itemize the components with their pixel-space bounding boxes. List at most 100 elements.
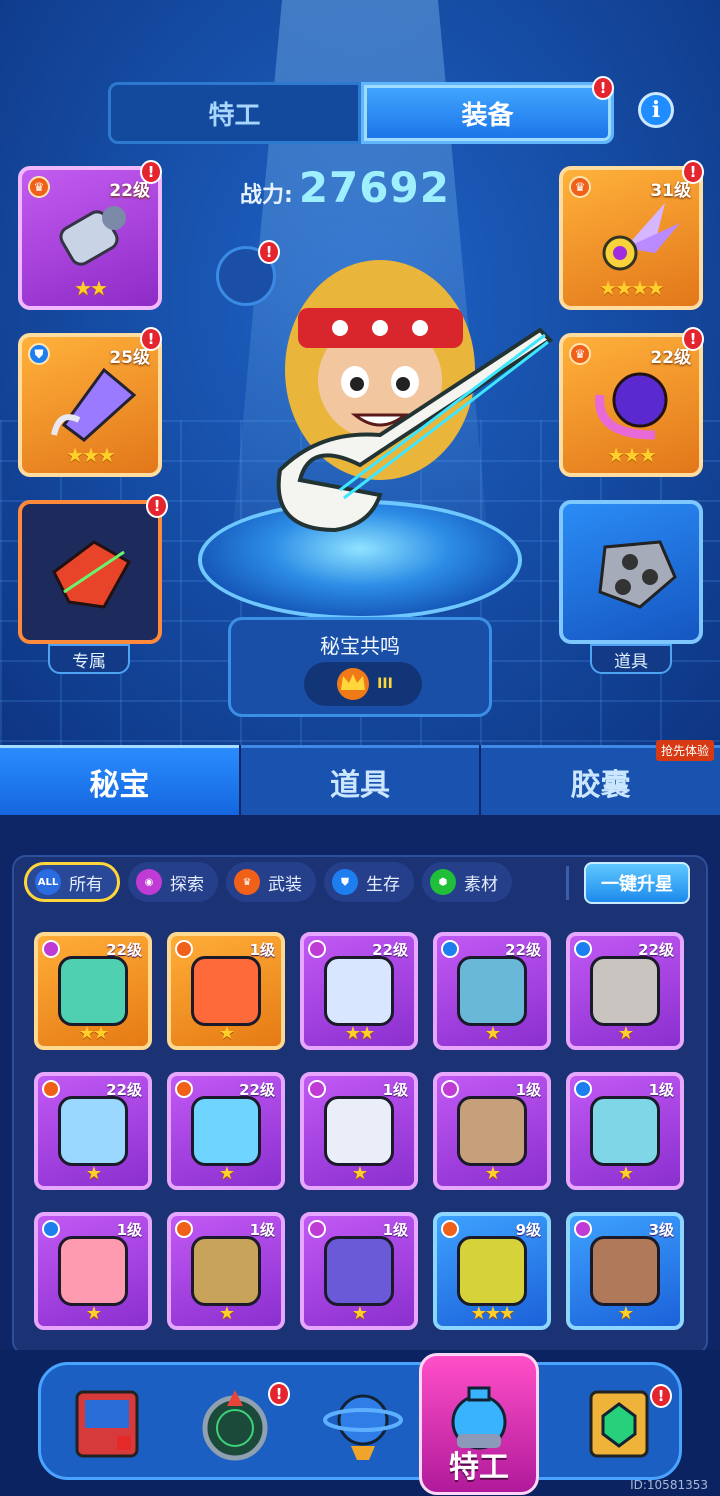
nav-agent[interactable]: 特工	[419, 1353, 539, 1495]
equip-slot-left-2[interactable]: ⛊ 25级 ★★★	[18, 333, 162, 477]
armament-type-icon: ♛	[28, 176, 50, 198]
filter-bar: ALL 所有 ◉ 探索 ♛ 武装 ⛊ 生存 ⬢ 素材	[24, 862, 512, 902]
item-stars: ★	[85, 1303, 102, 1324]
tab-capsule-label: 胶囊	[570, 767, 631, 803]
hero-character[interactable]	[240, 230, 560, 570]
treasure-item[interactable]: 1级 ★	[167, 1212, 285, 1330]
tab-items[interactable]: 道具	[240, 745, 480, 815]
filter-label: 所有	[69, 874, 103, 895]
item-slot[interactable]	[559, 500, 703, 644]
info-icon[interactable]: i	[638, 92, 674, 128]
exclusive-slot[interactable]	[18, 500, 162, 644]
nav-agent-label: 特工	[449, 1450, 509, 1485]
treasure-item[interactable]: 22级 ★★	[300, 932, 418, 1050]
filter-all[interactable]: ALL 所有	[24, 862, 120, 902]
slot-alert-badge: !	[682, 160, 704, 184]
filter-divider	[566, 866, 569, 900]
resonance-rank: III	[304, 662, 422, 706]
treasure-art-icon	[58, 1096, 128, 1166]
treasure-item[interactable]: 1级 ★	[566, 1072, 684, 1190]
treasure-art-icon	[324, 956, 394, 1026]
treasure-grid: 22级 ★★ 1级 ★ 22级 ★★ 22级 ★ 22级 ★ 22级 ★ 22级 ★ 1级 ★ 1级 ★ 1级 ★ 1级…	[34, 932, 684, 1330]
equip-slot-left-1[interactable]: ♛ 22级 ★★	[18, 166, 162, 310]
treasure-item[interactable]: 22级 ★	[167, 1072, 285, 1190]
treasure-art-icon	[457, 1096, 527, 1166]
revolver-cylinder-icon	[598, 540, 677, 609]
resonance-title: 秘宝共鸣	[320, 634, 400, 658]
treasure-type-icon	[175, 1080, 193, 1098]
tab-agent[interactable]: 特工	[108, 82, 361, 144]
planet-icon	[323, 1394, 403, 1460]
treasure-item[interactable]: 22级 ★	[433, 932, 551, 1050]
treasure-art-icon	[590, 1236, 660, 1306]
equip-slot-right-2[interactable]: ♛ 22级 ★★★	[559, 333, 703, 477]
treasure-item[interactable]: 1级 ★	[34, 1212, 152, 1330]
exclusive-slot-label: 专属	[48, 644, 130, 674]
nav-planet[interactable]	[303, 1365, 423, 1483]
equipment-alert-badge: !	[592, 76, 614, 100]
treasure-type-icon	[308, 940, 326, 958]
treasure-art-icon	[590, 956, 660, 1026]
one-click-star-up-button[interactable]: 一键升星	[584, 862, 690, 904]
tab-equipment[interactable]: 装备	[361, 82, 614, 144]
category-tab-bar: 秘宝 道具 胶囊 抢先体验	[0, 740, 720, 815]
early-access-tag: 抢先体验	[656, 740, 715, 761]
treasure-resonance-panel[interactable]: 秘宝共鸣 III	[228, 617, 492, 717]
filter-label: 武装	[268, 874, 302, 895]
survival-type-icon: ⛊	[28, 343, 50, 365]
item-stars: ★★★	[470, 1303, 515, 1324]
armament-type-icon: ♛	[569, 176, 591, 198]
filter-armament[interactable]: ♛ 武装	[226, 862, 316, 902]
item-stars: ★★	[344, 1023, 375, 1044]
resonance-rank-label: III	[377, 676, 393, 692]
treasure-item[interactable]: 22级 ★	[34, 1072, 152, 1190]
nav-gem-frame[interactable]	[559, 1365, 679, 1483]
treasure-art-icon	[324, 1236, 394, 1306]
treasure-type-icon	[574, 1220, 592, 1238]
user-id: ID:10581353	[630, 1478, 708, 1492]
armament-icon: ♛	[234, 869, 260, 895]
equip-slot-right-1[interactable]: ♛ 31级 ★★★★	[559, 166, 703, 310]
treasure-type-icon	[42, 1220, 60, 1238]
tab-agent-label: 特工	[208, 100, 261, 131]
treasure-item[interactable]: 22级 ★	[566, 932, 684, 1050]
treasure-type-icon	[441, 1080, 459, 1098]
tab-capsule[interactable]: 胶囊 抢先体验	[481, 740, 720, 815]
slot-alert-badge: !	[146, 494, 168, 518]
treasure-type-icon	[175, 940, 193, 958]
power-label: 战力:	[240, 183, 293, 208]
filter-material[interactable]: ⬢ 素材	[422, 862, 512, 902]
treasure-item[interactable]: 22级 ★★	[34, 932, 152, 1050]
filter-explore[interactable]: ◉ 探索	[128, 862, 218, 902]
treasure-type-icon	[441, 1220, 459, 1238]
treasure-art-icon	[590, 1096, 660, 1166]
armament-type-icon: ♛	[569, 343, 591, 365]
top-tab-bar: 特工 装备	[108, 82, 614, 144]
treasure-item[interactable]: 3级 ★	[566, 1212, 684, 1330]
treasure-art-icon	[58, 956, 128, 1026]
winged-orb-icon	[602, 203, 680, 271]
item-stars: ★	[85, 1163, 102, 1184]
filter-survival[interactable]: ⛊ 生存	[324, 862, 414, 902]
filter-label: 素材	[464, 874, 498, 895]
filter-label: 探索	[170, 874, 204, 895]
treasure-art-icon	[457, 956, 527, 1026]
treasure-item[interactable]: 1级 ★	[167, 932, 285, 1050]
treasure-item[interactable]: 9级 ★★★	[433, 1212, 551, 1330]
all-icon: ALL	[35, 869, 61, 895]
treasure-item[interactable]: 1级 ★	[433, 1072, 551, 1190]
treasure-type-icon	[175, 1220, 193, 1238]
treasure-item[interactable]: 1级 ★	[300, 1072, 418, 1190]
treasure-type-icon	[574, 1080, 592, 1098]
item-stars: ★	[484, 1163, 501, 1184]
treasure-item[interactable]: 1级 ★	[300, 1212, 418, 1330]
nav-arcade[interactable]	[47, 1365, 167, 1483]
item-stars: ★	[351, 1303, 368, 1324]
combat-power: 战力: 27692	[240, 163, 450, 212]
tab-treasure[interactable]: 秘宝	[0, 745, 239, 815]
item-slot-label: 道具	[590, 644, 672, 674]
gem-frame-icon	[589, 1390, 649, 1458]
slot-stars: ★★★★	[599, 276, 665, 300]
item-stars: ★★	[78, 1023, 109, 1044]
item-stars: ★	[218, 1303, 235, 1324]
